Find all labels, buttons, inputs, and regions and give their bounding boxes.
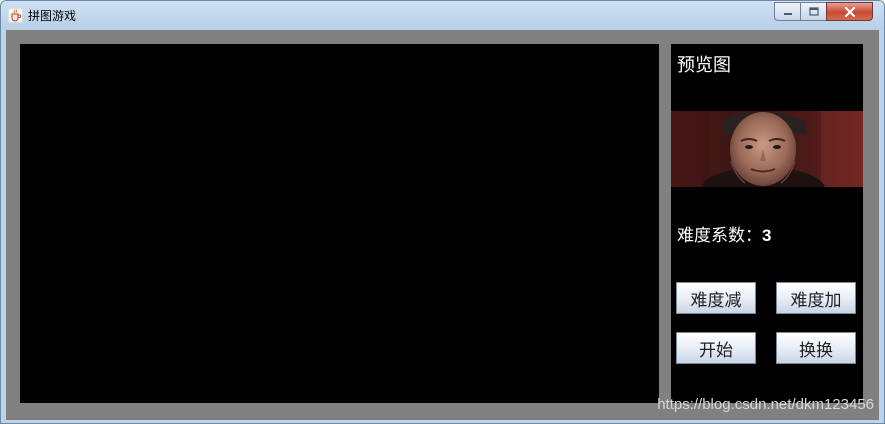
start-button[interactable]: 开始: [676, 332, 756, 364]
java-coffee-cup-icon: [8, 8, 23, 23]
control-panel: 预览图 难度系数：3 难度减 难度加 开始 换换: [671, 44, 863, 403]
title-bar[interactable]: 拼图游戏: [1, 1, 884, 30]
difficulty-display: 难度系数：3: [677, 224, 771, 248]
preview-label: 预览图: [677, 55, 731, 76]
maximize-button[interactable]: [800, 2, 827, 21]
content-area: 预览图 难度系数：3 难度减 难度加 开始 换换: [6, 30, 879, 420]
increase-difficulty-button[interactable]: 难度加: [776, 282, 856, 314]
maximize-icon: [808, 7, 819, 16]
close-button[interactable]: [826, 2, 873, 21]
preview-image: [671, 111, 863, 187]
change-image-button[interactable]: 换换: [776, 332, 856, 364]
difficulty-label: 难度系数：: [677, 226, 762, 246]
puzzle-board[interactable]: [20, 44, 659, 403]
minimize-icon: [783, 12, 792, 15]
decrease-difficulty-button[interactable]: 难度减: [676, 282, 756, 314]
watermark: https://blog.csdn.net/dkm123456: [657, 396, 874, 413]
app-window: 拼图游戏 预览图 难度系数：3 难度减 难度加 开始 换换 https://bl…: [0, 0, 885, 424]
window-title: 拼图游戏: [28, 9, 77, 23]
difficulty-value: 3: [762, 226, 772, 245]
minimize-button[interactable]: [774, 2, 801, 21]
close-icon: [844, 6, 855, 17]
